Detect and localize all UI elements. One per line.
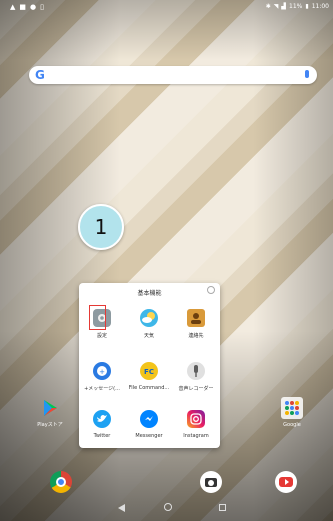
app-label: Twitter (93, 433, 111, 439)
contacts-icon (187, 309, 205, 327)
app-label: Playストア (37, 422, 63, 428)
microphone-icon (187, 362, 205, 380)
app-label: File Command... (128, 385, 170, 391)
message-plus-icon: + (93, 362, 111, 380)
app-label: +メッセージ(... (84, 386, 120, 392)
app-label: Messenger (135, 433, 163, 439)
recents-icon[interactable] (219, 504, 226, 511)
app-label: 天気 (143, 333, 154, 339)
messenger-icon (140, 410, 158, 428)
doc-icon: ▯ (40, 3, 44, 11)
folder-google[interactable]: Google (271, 397, 313, 428)
camera-icon[interactable] (200, 471, 222, 493)
app-label: Instagram (183, 433, 209, 439)
image-icon: ■ (19, 3, 27, 11)
settings-highlight-box (89, 305, 106, 330)
app-label: 設定 (96, 333, 107, 339)
app-plus-message[interactable]: + +メッセージ(... (79, 362, 125, 392)
step-badge: 1 (78, 204, 124, 250)
app-play-store[interactable]: Playストア (29, 398, 71, 428)
folder-title[interactable]: 基本機能 (79, 288, 220, 297)
google-g-icon: G (35, 68, 45, 82)
battery-icon: ▮ (305, 3, 309, 10)
home-icon[interactable] (164, 503, 172, 511)
svg-text:FC: FC (144, 368, 154, 376)
instagram-icon (187, 410, 205, 428)
status-bar: ▲ ■ ● ▯ ✱ ◥ ▟ 11% ▮ 11:00 (0, 0, 333, 14)
app-label: 連絡先 (188, 333, 204, 339)
microphone-icon[interactable] (305, 70, 309, 78)
lock-icon: ● (30, 3, 37, 11)
signal-icon: ▟ (281, 3, 287, 10)
clock: 11:00 (311, 3, 329, 10)
app-messenger[interactable]: Messenger (126, 410, 172, 439)
alert-icon: ▲ (10, 3, 16, 11)
weather-icon (140, 309, 158, 327)
chrome-icon[interactable] (50, 471, 72, 493)
svg-text:+: + (99, 368, 105, 376)
app-voice-recorder[interactable]: 音声レコーダー (173, 362, 219, 392)
app-file-commander[interactable]: FC File Command... (126, 362, 172, 391)
google-search-bar[interactable]: G (29, 66, 317, 84)
app-twitter[interactable]: Twitter (79, 410, 125, 439)
twitter-icon (93, 410, 111, 428)
app-contacts[interactable]: 連絡先 (173, 309, 219, 339)
wifi-icon: ◥ (273, 3, 279, 10)
play-store-icon (40, 398, 60, 418)
app-instagram[interactable]: Instagram (173, 410, 219, 439)
google-folder-icon (281, 397, 303, 419)
app-label: 音声レコーダー (178, 386, 214, 392)
app-label: Google (283, 422, 301, 428)
back-icon[interactable] (118, 504, 125, 512)
folder-settings-icon[interactable] (207, 286, 215, 294)
battery-percent: 11% (289, 3, 303, 10)
navigation-bar (0, 497, 333, 521)
chrome-center (56, 477, 66, 487)
bluetooth-icon: ✱ (265, 3, 271, 10)
youtube-icon[interactable] (275, 471, 297, 493)
file-commander-icon: FC (140, 362, 158, 380)
home-screen: ▲ ■ ● ▯ ✱ ◥ ▟ 11% ▮ 11:00 G 1 基本機能 設定 天気… (0, 0, 333, 521)
app-weather[interactable]: 天気 (126, 309, 172, 339)
